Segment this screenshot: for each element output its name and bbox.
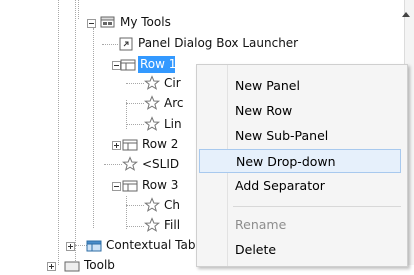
expand-icon[interactable]	[47, 262, 56, 271]
tree-node-my-tools[interactable]: My Tools	[0, 13, 404, 32]
launcher-icon	[119, 37, 133, 51]
star-icon	[144, 116, 160, 131]
star-icon	[144, 75, 160, 90]
tree-node-panel-dialog-box-launcher[interactable]: Panel Dialog Box Launcher	[0, 34, 404, 53]
expand-icon[interactable]	[112, 141, 121, 150]
contextual-tab-icon	[86, 240, 102, 252]
menu-item-label: New Panel	[235, 78, 300, 93]
menu-item-rename[interactable]: Rename	[197, 213, 403, 237]
tree-node-label: Row 3	[142, 178, 179, 192]
menu-item-add-separator[interactable]: Add Separator	[197, 174, 403, 198]
menu-item-new-row[interactable]: New Row	[197, 99, 403, 123]
tree-node-label: Arc	[164, 96, 184, 110]
menu-item-label: New Sub-Panel	[235, 128, 329, 143]
row-icon	[122, 180, 138, 192]
row-icon	[120, 59, 136, 71]
menu-separator	[233, 206, 401, 207]
tree-node-label: Cir	[164, 76, 181, 90]
menu-item-label: Add Separator	[235, 178, 325, 193]
row-icon	[122, 139, 138, 151]
tree-node-label: Toolb	[84, 258, 115, 272]
menu-item-label: Delete	[235, 242, 277, 257]
star-icon	[144, 95, 160, 110]
collapse-icon[interactable]	[87, 19, 96, 28]
tree-node-label: Ch	[164, 198, 180, 212]
toolbox-icon	[100, 16, 115, 28]
tree-node-label: Contextual Tab	[106, 238, 196, 252]
context-menu: New Panel New Row New Sub-Panel New Drop…	[196, 64, 408, 267]
tree-node-label: Panel Dialog Box Launcher	[138, 36, 299, 50]
expand-icon[interactable]	[66, 242, 75, 251]
menu-item-label: Rename	[235, 217, 287, 232]
menu-item-label: New Drop-down	[236, 154, 336, 169]
menu-item-new-drop-down[interactable]: New Drop-down	[199, 149, 401, 173]
tree-node-label: Row 2	[142, 137, 179, 151]
star-icon	[122, 156, 138, 171]
tree-node-label: Fill	[164, 218, 181, 232]
tree-node-label: Row 1	[140, 57, 177, 71]
menu-item-label: New Row	[235, 103, 293, 118]
tree-node-label: My Tools	[120, 15, 171, 29]
tree-node-label: Lin	[164, 117, 182, 131]
star-icon	[144, 217, 160, 232]
toolbar-icon	[64, 261, 80, 272]
menu-item-new-panel[interactable]: New Panel	[197, 74, 403, 98]
menu-item-delete[interactable]: Delete	[197, 238, 403, 262]
menu-item-new-sub-panel[interactable]: New Sub-Panel	[197, 124, 403, 148]
tree-node-label: <SLID	[142, 157, 180, 171]
collapse-icon[interactable]	[112, 182, 121, 191]
star-icon	[144, 197, 160, 212]
